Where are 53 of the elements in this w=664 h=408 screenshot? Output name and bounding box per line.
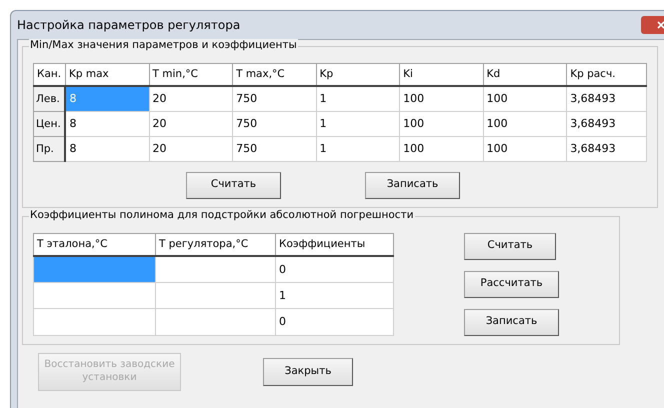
table-cell[interactable]: 1 — [316, 136, 400, 161]
column-header: T max,°C — [232, 64, 316, 86]
table-cell[interactable] — [156, 308, 276, 335]
table-cell[interactable]: 750 — [232, 86, 316, 111]
row-header: Лев. — [34, 86, 66, 111]
table-cell[interactable]: 20 — [149, 86, 233, 111]
action-button[interactable]: Записать — [365, 172, 460, 198]
row-header: Цен. — [34, 111, 66, 136]
table-cell[interactable]: 8 — [65, 111, 150, 136]
table-cell[interactable]: 20 — [149, 111, 233, 136]
table-cell[interactable]: 750 — [232, 111, 316, 136]
table-cell[interactable] — [34, 256, 156, 283]
table-cell[interactable]: 20 — [149, 136, 233, 161]
table-cell[interactable]: 100 — [400, 111, 484, 136]
column-header: Kp — [316, 64, 400, 86]
table-cell[interactable] — [34, 282, 156, 309]
table-cell[interactable]: 8 — [65, 136, 150, 161]
group-title: Коэффициенты полинома для подстройки абсолютной погрешности — [29, 208, 415, 220]
column-header: Kp расч. — [566, 64, 646, 86]
table-cell[interactable]: 100 — [483, 86, 567, 111]
column-header: T эталона,°C — [34, 233, 156, 256]
table-cell[interactable]: 3,68493 — [566, 136, 646, 161]
action-button[interactable]: Рассчитать — [464, 270, 559, 298]
table-cell[interactable] — [156, 256, 276, 283]
action-button[interactable]: Считать — [464, 232, 556, 260]
table-cell[interactable] — [156, 282, 276, 309]
table-cell[interactable]: 0 — [276, 256, 394, 283]
column-header: T min,°C — [149, 64, 233, 86]
close-icon — [657, 21, 664, 29]
action-button[interactable]: Записать — [464, 308, 559, 336]
table-cell[interactable]: 1 — [316, 86, 400, 111]
column-header: T регулятора,°C — [156, 233, 276, 256]
table-cell[interactable]: 3,68493 — [566, 111, 646, 136]
column-header: Kd — [483, 64, 567, 86]
table-cell[interactable]: 100 — [483, 136, 567, 161]
table-cell[interactable]: 0 — [276, 308, 394, 335]
column-header: Ki — [400, 64, 484, 86]
table-cell[interactable]: 3,68493 — [566, 86, 646, 111]
action-button[interactable]: Закрыть — [263, 358, 353, 386]
row-header: Пр. — [34, 136, 66, 161]
action-button[interactable]: Считать — [186, 172, 281, 198]
table-cell[interactable] — [34, 308, 156, 335]
table-cell[interactable]: 100 — [400, 86, 484, 111]
column-header: Кан. — [34, 64, 66, 86]
column-header: Kp max — [65, 64, 150, 86]
table-cell[interactable]: 1 — [316, 111, 400, 136]
column-header: Коэффициенты — [276, 233, 394, 256]
table-cell[interactable]: 1 — [276, 282, 394, 309]
table-cell[interactable]: 100 — [400, 136, 484, 161]
table-cell[interactable]: 750 — [232, 136, 316, 161]
table-cell[interactable]: 100 — [483, 111, 567, 136]
group-title: Min/Max значения параметров и коэффициенты — [29, 39, 298, 51]
window-title: Настройка параметров регулятора — [17, 18, 240, 32]
